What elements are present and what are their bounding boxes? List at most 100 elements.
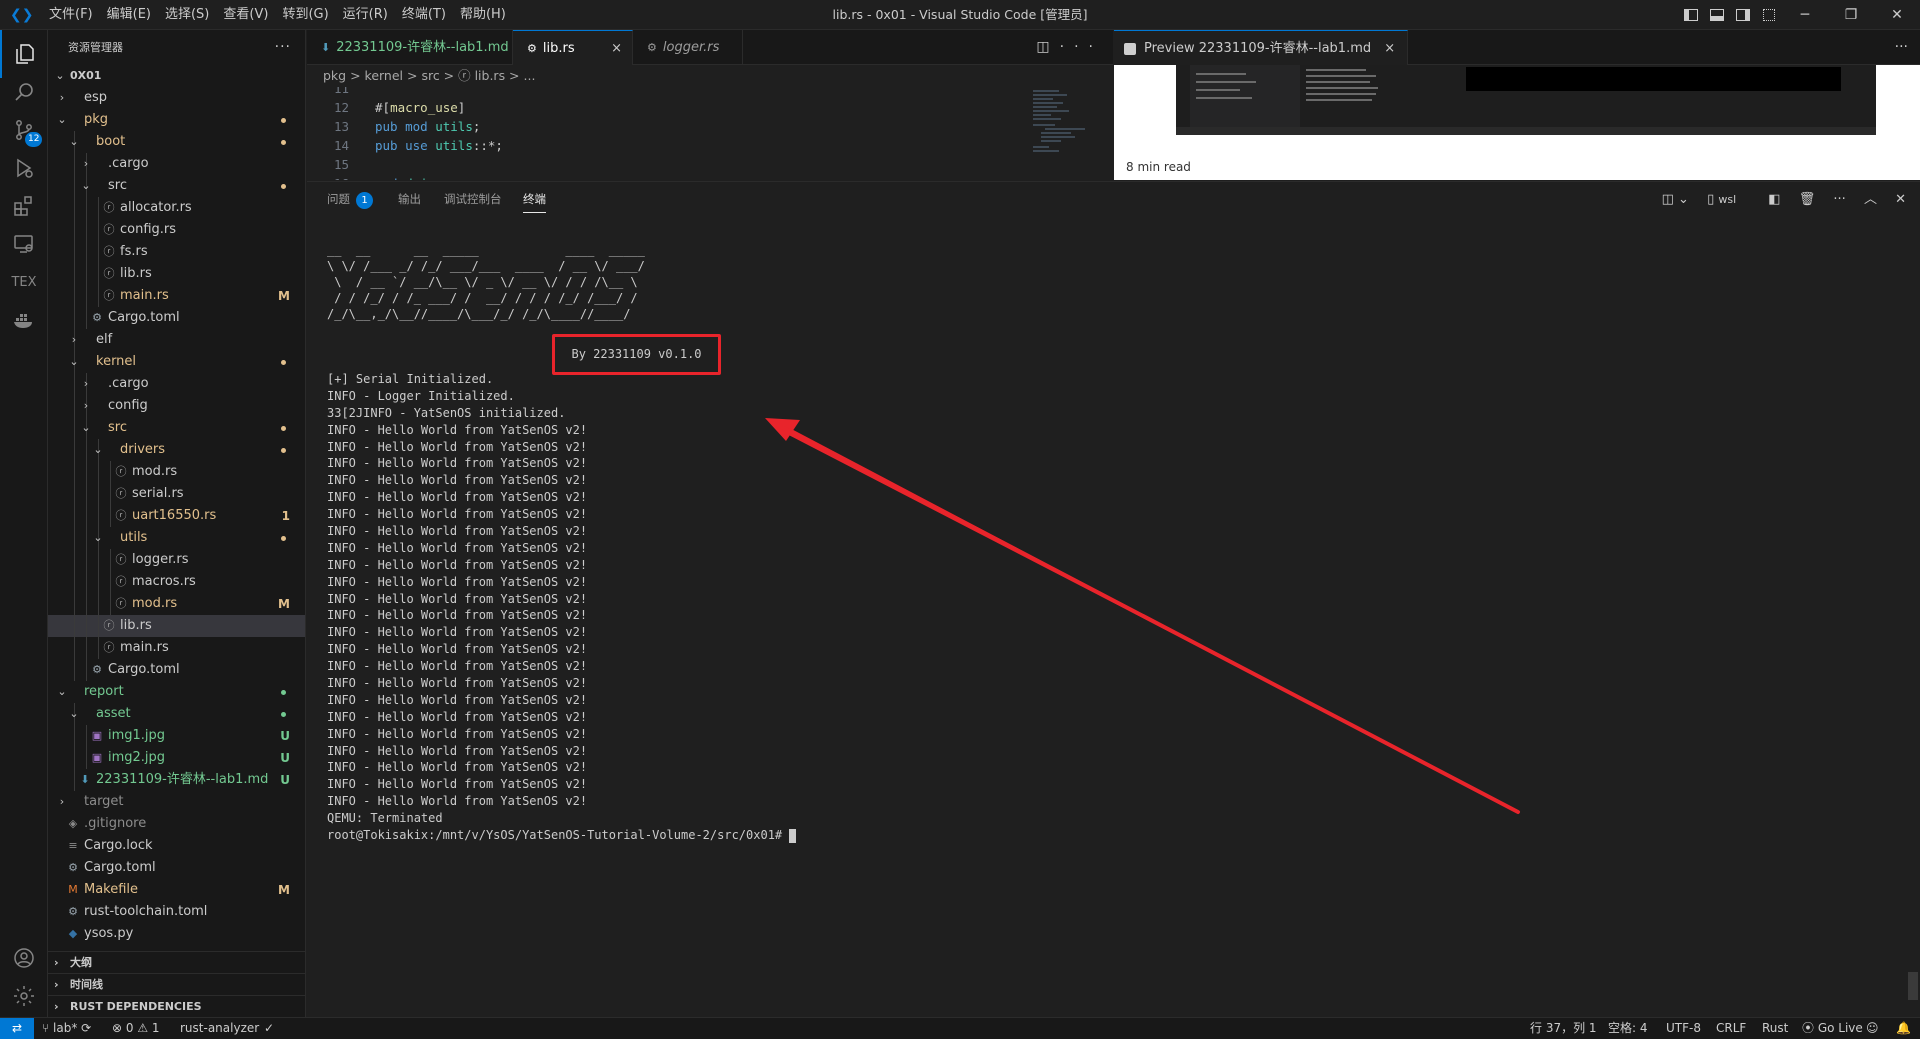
new-terminal-split-icon[interactable]: ◫ ⌄ — [1662, 182, 1689, 217]
tab-output[interactable]: 输出 — [398, 182, 421, 217]
menu-item[interactable]: 帮助(H) — [453, 0, 513, 30]
docker-icon[interactable] — [0, 296, 48, 344]
sidebar-section[interactable]: › 大纲 — [48, 951, 305, 973]
tree-item[interactable]: ⌄ src — [48, 417, 305, 439]
menu-item[interactable]: 查看(V) — [216, 0, 275, 30]
menu-item[interactable]: 终端(T) — [395, 0, 453, 30]
tree-item[interactable]: ⌄ kernel — [48, 351, 305, 373]
tree-item[interactable]: ⌄ drivers — [48, 439, 305, 461]
close-tab-icon[interactable]: × — [1384, 31, 1395, 66]
tree-item[interactable]: ⌄ src — [48, 175, 305, 197]
tree-item[interactable]: ⓡ main.rs — [48, 637, 305, 659]
tree-item[interactable]: ⓡ lib.rs — [48, 263, 305, 285]
language-mode[interactable]: Rust — [1762, 1018, 1788, 1039]
notifications-bell-icon[interactable]: 🔔 — [1896, 1018, 1911, 1039]
cursor-position[interactable]: 行 37，列 1 — [1530, 1018, 1597, 1039]
minimap[interactable] — [1033, 90, 1093, 170]
toggle-panel-icon[interactable] — [1704, 0, 1730, 30]
problems-status[interactable]: ⊗ 0 ⚠ 1 — [112, 1018, 160, 1039]
menu-item[interactable]: 转到(G) — [275, 0, 335, 30]
tree-item[interactable]: ⓡ logger.rs — [48, 549, 305, 571]
terminal-prompt[interactable]: root@Tokisakix:/mnt/v/YsOS/YatSenOS-Tuto… — [327, 827, 797, 844]
preview-body[interactable]: 8 min read — [1114, 65, 1920, 180]
tab-lab1-md[interactable]: ⬇22331109-许睿林--lab1.md U — [307, 30, 528, 65]
tab-lib-rs[interactable]: ⚙ lib.rs × — [513, 30, 633, 65]
restore-button[interactable]: ❐ — [1828, 0, 1874, 30]
terminal-scrollbar[interactable] — [1908, 972, 1918, 1000]
toggle-primary-sidebar-icon[interactable] — [1678, 0, 1704, 30]
terminal[interactable]: __ __ __ _____ ____ _____ \ \/ /___ _/ /_… — [327, 242, 1887, 1002]
tree-item[interactable]: › config — [48, 395, 305, 417]
tree-item[interactable]: ⚙ Cargo.toml — [48, 307, 305, 329]
manage-gear-icon[interactable] — [0, 972, 48, 1020]
workspace-root[interactable]: ⌄ 0X01 — [48, 65, 305, 87]
tree-item[interactable]: ⓡ config.rs — [48, 219, 305, 241]
tab-terminal[interactable]: 终端 — [523, 182, 546, 217]
close-panel-icon[interactable]: ✕ — [1895, 182, 1906, 217]
split-terminal-icon[interactable]: ◧ — [1768, 182, 1780, 217]
tree-item[interactable]: › .cargo — [48, 373, 305, 395]
explorer-more-icon[interactable]: ··· — [275, 30, 291, 65]
tree-item[interactable]: › esp — [48, 87, 305, 109]
tree-item[interactable]: › elf — [48, 329, 305, 351]
tree-item[interactable]: ⓡ mod.rs — [48, 461, 305, 483]
tree-item[interactable]: ⓡ fs.rs — [48, 241, 305, 263]
menu-item[interactable]: 运行(R) — [336, 0, 395, 30]
code-view[interactable]: 11 12 #[macro_use] 13 pub mod utils; 14 pub us… — [307, 87, 1113, 180]
check-icon[interactable]: ✓ — [264, 1018, 274, 1039]
minimize-button[interactable]: ─ — [1782, 0, 1828, 30]
menu-item[interactable]: 编辑(E) — [100, 0, 158, 30]
tree-item[interactable]: ⓡ serial.rs — [48, 483, 305, 505]
close-window-button[interactable]: ✕ — [1874, 0, 1920, 30]
tree-item[interactable]: ⚙ Cargo.toml — [48, 857, 305, 879]
indentation[interactable]: 空格: 4 — [1608, 1018, 1648, 1039]
tree-item[interactable]: ⓡ mod.rs M — [48, 593, 305, 615]
tree-item[interactable]: ⓡ macros.rs — [48, 571, 305, 593]
menu-item[interactable]: 文件(F) — [42, 0, 100, 30]
editor-more-icon[interactable]: ··· — [1060, 39, 1103, 55]
tab-problems[interactable]: 问题 1 — [327, 182, 373, 217]
tree-item[interactable]: ⌄ pkg — [48, 109, 305, 131]
tree-item[interactable]: ⚙ Cargo.toml — [48, 659, 305, 681]
breadcrumb[interactable]: pkg > kernel > src > ⓡ lib.rs > ... — [307, 65, 1113, 87]
tree-item[interactable]: ◈ .gitignore — [48, 813, 305, 835]
tree-item[interactable]: M Makefile M — [48, 879, 305, 901]
feedback-icon[interactable]: ☺ — [1866, 1018, 1879, 1039]
tree-item[interactable]: ≡ Cargo.lock — [48, 835, 305, 857]
tree-item[interactable]: ⌄ boot — [48, 131, 305, 153]
tree-item[interactable]: ▣ img1.jpg U — [48, 725, 305, 747]
tab-debug-console[interactable]: 调试控制台 — [444, 182, 502, 217]
sidebar-section[interactable]: › 时间线 — [48, 973, 305, 995]
tree-item[interactable]: ⓡ uart16550.rs 1 — [48, 505, 305, 527]
sidebar-section[interactable]: › RUST DEPENDENCIES — [48, 995, 305, 1017]
tree-item[interactable]: ◆ ysos.py — [48, 923, 305, 945]
tree-item[interactable]: ⚙ rust-toolchain.toml — [48, 901, 305, 923]
maximize-panel-icon[interactable]: ︿ — [1864, 182, 1877, 217]
tab-preview[interactable]: Preview 22331109-许睿林--lab1.md × — [1114, 30, 1409, 66]
panel-more-icon[interactable]: ··· — [1833, 182, 1845, 217]
customize-layout-icon[interactable] — [1756, 0, 1782, 30]
end-of-line[interactable]: CRLF — [1716, 1018, 1746, 1039]
rust-analyzer-status[interactable]: rust-analyzer — [180, 1018, 259, 1039]
tree-item[interactable]: ⌄ report — [48, 681, 305, 703]
tab-logger-rs[interactable]: ⚙ logger.rs — [633, 30, 743, 65]
toggle-secondary-sidebar-icon[interactable] — [1730, 0, 1756, 30]
tree-item[interactable]: ⓡ allocator.rs — [48, 197, 305, 219]
preview-more-icon[interactable]: ··· — [1895, 30, 1908, 65]
git-branch[interactable]: ⑂ lab* ⟳ — [42, 1018, 91, 1039]
tree-item[interactable]: ⓡ lib.rs — [48, 615, 305, 637]
tree-item[interactable]: ⌄ asset — [48, 703, 305, 725]
go-live-button[interactable]: ⦿ Go Live — [1802, 1018, 1863, 1039]
kill-terminal-icon[interactable]: 🗑 — [1799, 182, 1816, 217]
remote-indicator-icon[interactable]: ⇄ — [0, 1018, 34, 1039]
tree-item[interactable]: ⓡ main.rs M — [48, 285, 305, 307]
tree-item[interactable]: ▣ img2.jpg U — [48, 747, 305, 769]
close-tab-icon[interactable]: × — [611, 31, 622, 66]
split-editor-icon[interactable]: ◫ — [1036, 39, 1059, 55]
tree-item[interactable]: › target — [48, 791, 305, 813]
tree-item[interactable]: ⌄ utils — [48, 527, 305, 549]
terminal-wsl-icon[interactable]: ▯ wsl — [1707, 182, 1750, 217]
tree-item[interactable]: › .cargo — [48, 153, 305, 175]
tree-item[interactable]: ⬇ 22331109-许睿林--lab1.md U — [48, 769, 305, 791]
menu-item[interactable]: 选择(S) — [158, 0, 216, 30]
